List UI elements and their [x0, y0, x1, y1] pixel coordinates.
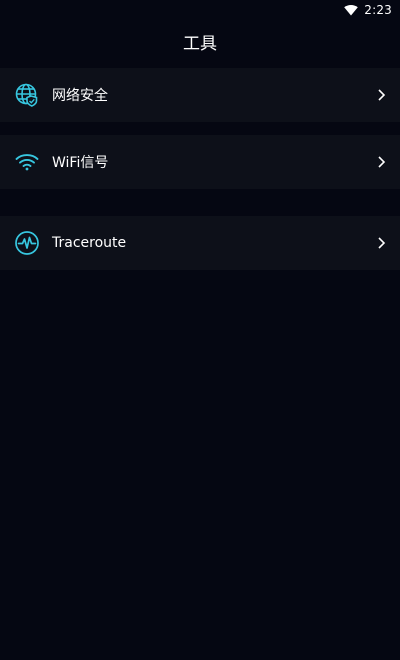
- status-time: 2:23: [364, 3, 392, 17]
- wifi-status-icon: [344, 4, 359, 16]
- status-bar: 2:23: [0, 0, 400, 22]
- status-icons: 2:23: [344, 3, 392, 17]
- tool-item-label: 网络安全: [52, 88, 108, 104]
- chevron-right-icon: [376, 236, 386, 250]
- pulse-icon: [14, 230, 40, 256]
- tool-item-network-security[interactable]: 网络安全: [0, 68, 400, 122]
- app-bar: 工具: [0, 22, 400, 60]
- tool-item-wifi-signal[interactable]: WiFi信号: [0, 135, 400, 189]
- chevron-right-icon: [376, 88, 386, 102]
- wifi-signal-icon: [14, 149, 40, 175]
- chevron-right-icon: [376, 155, 386, 169]
- tool-item-label: WiFi信号: [52, 155, 109, 171]
- page-title: 工具: [183, 33, 217, 54]
- tool-item-label: Traceroute: [52, 235, 127, 251]
- tool-item-traceroute[interactable]: Traceroute: [0, 216, 400, 270]
- globe-shield-icon: [14, 82, 40, 108]
